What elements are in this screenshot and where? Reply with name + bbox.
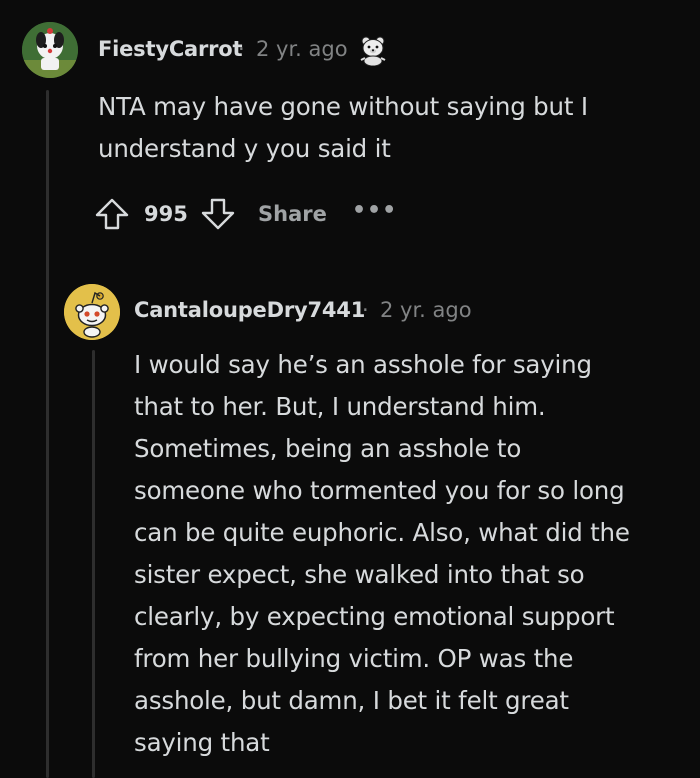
upvote-button[interactable]	[94, 196, 130, 232]
share-button[interactable]: Share	[258, 202, 327, 226]
avatar-image	[22, 22, 78, 78]
downvote-icon	[201, 198, 235, 230]
comment-body: NTA may have gone without saying but I u…	[98, 92, 588, 163]
meta-separator: ·	[238, 37, 245, 61]
avatar[interactable]	[64, 284, 120, 340]
comment-author[interactable]: CantaloupeDry7441	[134, 298, 365, 322]
comment-body: I would say he’s an asshole for saying t…	[134, 350, 630, 757]
upvote-icon	[95, 198, 129, 230]
vote-count: 995	[144, 202, 188, 226]
avatar[interactable]	[22, 22, 78, 78]
more-options-icon[interactable]: •••	[352, 198, 397, 223]
thread-line-reply[interactable]	[92, 350, 95, 778]
bear-icon	[358, 34, 388, 67]
meta-separator: ·	[362, 298, 369, 322]
comment-timestamp[interactable]: 2 yr. ago	[380, 298, 472, 322]
snoo-avatar-icon	[64, 284, 120, 340]
downvote-button[interactable]	[200, 196, 236, 232]
comment-timestamp[interactable]: 2 yr. ago	[256, 37, 348, 61]
thread-line-primary[interactable]	[46, 90, 49, 778]
comment-author[interactable]: FiestyCarrot	[98, 37, 243, 61]
